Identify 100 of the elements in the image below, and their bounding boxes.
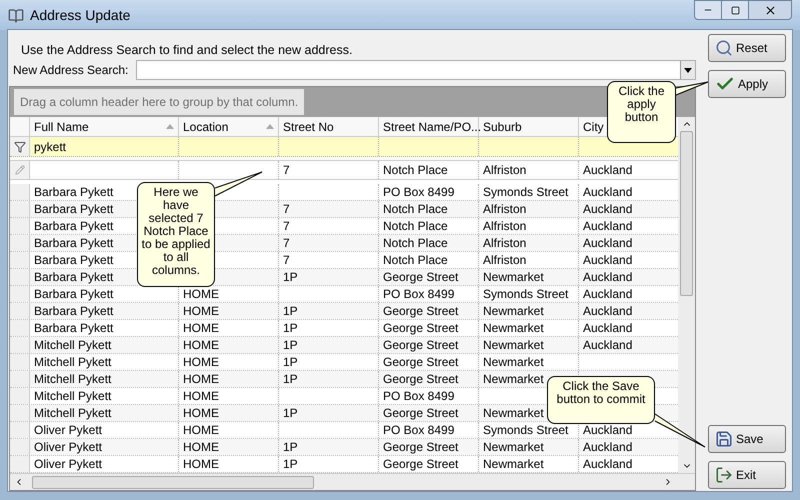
table-cell: Barbara Pykett [34, 252, 114, 268]
table-cell: Auckland [583, 252, 632, 268]
table-cell: PO Box 8499 [383, 286, 454, 302]
table-cell: Auckland [583, 439, 632, 455]
vertical-scrollbar[interactable] [678, 117, 695, 473]
table-cell: PO Box 8499 [383, 422, 454, 438]
filter-value[interactable]: pykett [34, 138, 66, 156]
table-cell: Notch Place [383, 218, 448, 234]
table-cell: Auckland [583, 218, 632, 234]
maximize-button[interactable] [722, 0, 748, 20]
table-cell: Newmarket [483, 320, 544, 336]
row-selector[interactable] [10, 456, 30, 472]
table-cell: Newmarket [483, 456, 544, 472]
row-selector[interactable] [10, 354, 30, 370]
row-selector[interactable] [10, 337, 30, 353]
table-cell: Oliver Pykett [34, 422, 102, 438]
row-selector[interactable] [10, 439, 30, 455]
scroll-thumb[interactable] [32, 476, 314, 488]
table-cell: 1P [283, 269, 298, 285]
row-selector[interactable] [10, 218, 30, 234]
table-cell: Newmarket [483, 371, 544, 387]
table-cell: Barbara Pykett [34, 269, 114, 285]
close-button[interactable] [748, 0, 792, 20]
table-cell: PO Box 8499 [383, 184, 454, 200]
table-cell: Barbara Pykett [34, 184, 114, 200]
table-cell: HOME [183, 354, 219, 370]
table-cell: 1P [283, 354, 298, 370]
table-cell: Notch Place [383, 252, 448, 268]
column-header[interactable]: Street No [279, 117, 379, 136]
column-header[interactable]: Full Name [30, 117, 179, 136]
row-selector[interactable] [10, 201, 30, 217]
apply-button[interactable]: Apply [708, 70, 786, 98]
row-selector[interactable] [10, 388, 30, 404]
address-search-combobox[interactable] [136, 60, 696, 80]
row-selector[interactable] [10, 371, 30, 387]
table-cell: Auckland [583, 303, 632, 319]
table-cell: HOME [183, 303, 219, 319]
row-selector[interactable] [10, 422, 30, 438]
table-cell: 1P [283, 320, 298, 336]
table-cell: Alfriston [483, 201, 526, 217]
horizontal-scrollbar[interactable] [10, 473, 695, 490]
exit-button[interactable]: Exit [708, 461, 786, 489]
column-header[interactable]: Suburb [479, 117, 579, 136]
table-cell: Barbara Pykett [34, 320, 114, 336]
table-cell: 1P [283, 439, 298, 455]
table-cell: Mitchell Pykett [34, 405, 112, 421]
reset-button[interactable]: Reset [708, 34, 786, 62]
table-cell: Alfriston [483, 235, 526, 251]
close-icon [764, 4, 776, 16]
row-selector[interactable] [10, 184, 30, 200]
row-selector[interactable] [10, 320, 30, 336]
table-cell: Alfriston [483, 252, 526, 268]
row-selector[interactable] [10, 269, 30, 285]
table-cell: HOME [183, 337, 219, 353]
table-cell: Barbara Pykett [34, 303, 114, 319]
table-cell: Auckland [583, 269, 632, 285]
table-cell: Mitchell Pykett [34, 388, 112, 404]
table-cell: Notch Place [383, 201, 448, 217]
row-selector[interactable] [10, 303, 30, 319]
save-button[interactable]: Save [708, 425, 786, 453]
row-selector[interactable] [10, 235, 30, 251]
column-header[interactable]: Street Name/PO... [379, 117, 479, 136]
table-cell: 7 [283, 218, 290, 234]
table-cell: Mitchell Pykett [34, 337, 112, 353]
table-cell: George Street [383, 354, 458, 370]
table-cell: Newmarket [483, 405, 544, 421]
table-cell-text: 7 [283, 162, 290, 179]
table-cell: Barbara Pykett [34, 201, 114, 217]
scroll-thumb[interactable] [680, 131, 693, 296]
table-cell: Oliver Pykett [34, 439, 102, 455]
group-panel-hint: Drag a column header here to group by that column. [14, 89, 304, 115]
table-cell: Newmarket [483, 439, 544, 455]
window-title: Address Update [30, 6, 130, 25]
table-cell: Auckland [583, 422, 632, 438]
table-cell: HOME [183, 422, 219, 438]
table-cell: George Street [383, 337, 458, 353]
row-selector[interactable] [10, 252, 30, 268]
row-selector[interactable] [10, 405, 30, 421]
callout-tooltip: Click the Save button to commit [547, 376, 655, 424]
tooltip-pointer [214, 171, 263, 198]
tooltip-pointer [675, 81, 709, 97]
magnifier-icon [715, 39, 733, 57]
table-cell: 1P [283, 371, 298, 387]
table-cell: Newmarket [483, 337, 544, 353]
field-label: New Address Search: [13, 62, 128, 80]
callout-tooltip: Click the apply button [607, 81, 676, 143]
table-cell-text: Alfriston [483, 162, 526, 179]
row-selector[interactable] [10, 286, 30, 302]
table-cell: Barbara Pykett [34, 235, 114, 251]
table-cell: HOME [183, 439, 219, 455]
maximize-icon [730, 6, 740, 14]
table-cell: Auckland [583, 320, 632, 336]
column-header[interactable]: Location [179, 117, 279, 136]
table-cell: Auckland [583, 286, 632, 302]
table-cell: George Street [383, 405, 458, 421]
table-cell: George Street [383, 269, 458, 285]
table-cell: 7 [283, 201, 290, 217]
table-cell: 1P [283, 303, 298, 319]
table-cell: George Street [383, 456, 458, 472]
table-cell: HOME [183, 320, 219, 336]
